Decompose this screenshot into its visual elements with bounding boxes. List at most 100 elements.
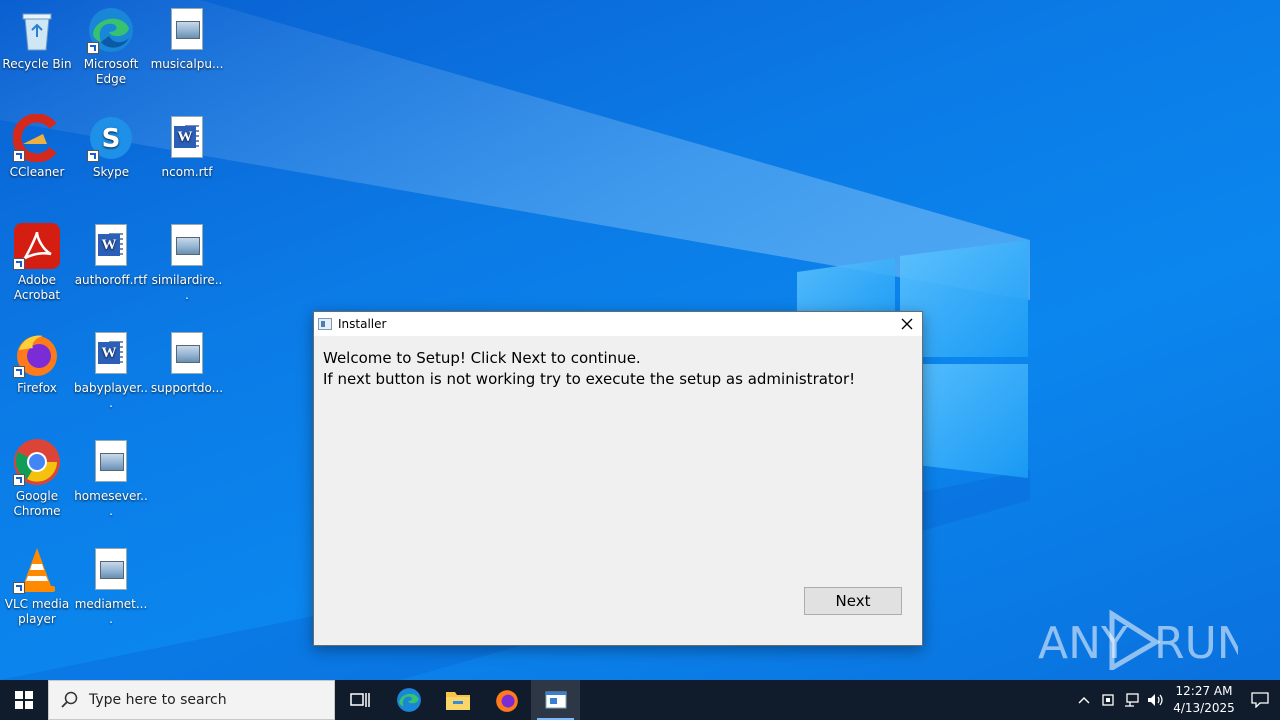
image-file-icon (87, 438, 135, 486)
chevron-up-icon (1078, 697, 1090, 704)
svg-text:RUN: RUN (1154, 618, 1238, 669)
shortcut-arrow-icon (13, 582, 25, 594)
shortcut-arrow-icon (13, 150, 25, 162)
taskbar-clock[interactable]: 12:27 AM 4/13/2025 (1168, 683, 1240, 717)
desktop-icon-label: VLC media player (4, 597, 70, 626)
desktop-icon-mediamet[interactable]: mediamet.... (74, 540, 148, 627)
desktop-icon-recycle-bin[interactable]: Recycle Bin (0, 0, 74, 72)
tray-app-icon[interactable] (1096, 680, 1120, 720)
system-tray: 12:27 AM 4/13/2025 (1072, 680, 1280, 720)
desktop-icon-label: Microsoft Edge (83, 57, 139, 86)
desktop-icon-label: Google Chrome (13, 489, 61, 518)
search-placeholder: Type here to search (89, 692, 227, 708)
recycle-bin-icon (13, 6, 61, 54)
windows-start-icon (15, 691, 33, 709)
dialog-title: Installer (338, 317, 387, 331)
anyrun-watermark: ANY RUN (1038, 606, 1250, 673)
device-icon (1102, 694, 1114, 706)
volume-button[interactable] (1144, 680, 1168, 720)
desktop-icon-skype[interactable]: S Skype (74, 108, 148, 180)
task-view-icon (349, 693, 370, 707)
shortcut-arrow-icon (87, 42, 99, 54)
word-document-icon: W (163, 114, 211, 162)
desktop-icon-label: musicalpu... (150, 57, 224, 71)
desktop-icon-label: Recycle Bin (2, 57, 72, 71)
desktop-icon-homesever[interactable]: homesever... (74, 432, 148, 519)
clock-time: 12:27 AM (1175, 684, 1233, 698)
taskbar: Type here to search 12:27 AM 4/13/2025 (0, 680, 1280, 720)
desktop-icon-label: supportdo... (150, 381, 224, 395)
app-window-icon (545, 691, 566, 709)
desktop-icon-musicalpu[interactable]: musicalpu... (150, 0, 224, 72)
image-file-icon (163, 330, 211, 378)
svg-text:ANY: ANY (1038, 618, 1128, 669)
google-chrome-icon (13, 438, 61, 486)
start-button[interactable] (0, 680, 48, 720)
speaker-icon (1148, 694, 1163, 706)
edge-icon (87, 6, 135, 54)
network-button[interactable] (1120, 680, 1144, 720)
app-window-icon (318, 318, 332, 330)
desktop-icon-label: babyplayer... (74, 381, 148, 410)
image-file-icon (163, 6, 211, 54)
desktop-icon-firefox[interactable]: Firefox (0, 324, 74, 396)
vlc-cone-icon (13, 546, 61, 594)
edge-icon (396, 688, 421, 712)
search-icon (61, 691, 78, 708)
desktop-icon-ncom-rtf[interactable]: W ncom.rtf (150, 108, 224, 180)
close-icon (901, 318, 913, 330)
desktop-icon-supportdo[interactable]: supportdo... (150, 324, 224, 396)
desktop-icon-adobe-acrobat[interactable]: Adobe Acrobat (0, 216, 74, 303)
taskbar-search-box[interactable]: Type here to search (48, 680, 335, 720)
desktop-icon-label: Adobe Acrobat (13, 273, 61, 302)
firefox-icon (13, 330, 61, 378)
taskbar-installer-button[interactable] (531, 680, 580, 720)
anyrun-logo-icon: ANY RUN (1038, 609, 1250, 673)
folder-icon (445, 692, 470, 710)
desktop-icon-vlc[interactable]: VLC media player (0, 540, 74, 627)
desktop-icon-label: mediamet.... (74, 597, 148, 626)
desktop-icon-ccleaner[interactable]: CCleaner (0, 108, 74, 180)
adobe-acrobat-icon (13, 222, 61, 270)
taskbar-edge-button[interactable] (384, 680, 433, 720)
dialog-message-line-2: If next button is not working try to exe… (323, 370, 856, 388)
desktop-icon-label: Firefox (17, 381, 57, 395)
dialog-message: Welcome to Setup! Click Next to continue… (314, 336, 922, 402)
shortcut-arrow-icon (13, 258, 25, 270)
network-icon (1125, 693, 1139, 707)
desktop-icon-label: ncom.rtf (161, 165, 213, 179)
show-hidden-icons-button[interactable] (1072, 680, 1096, 720)
close-button[interactable] (892, 312, 922, 336)
svg-text:S: S (102, 124, 121, 154)
desktop-icon-microsoft-edge[interactable]: Microsoft Edge (74, 0, 148, 87)
desktop-icon-label: Skype (92, 165, 130, 179)
shortcut-arrow-icon (13, 366, 25, 378)
desktop-icon-similardire[interactable]: similardire... (150, 216, 224, 303)
desktop-icon-google-chrome[interactable]: Google Chrome (0, 432, 74, 519)
shortcut-arrow-icon (87, 150, 99, 162)
desktop-icon-babyplayer[interactable]: W babyplayer... (74, 324, 148, 411)
taskbar-file-explorer-button[interactable] (433, 680, 482, 720)
desktop-icon-label: CCleaner (9, 165, 65, 179)
dialog-message-line-1: Welcome to Setup! Click Next to continue… (323, 349, 641, 367)
skype-icon: S (87, 114, 135, 162)
word-document-icon: W (87, 222, 135, 270)
task-view-button[interactable] (335, 680, 384, 720)
word-document-icon: W (87, 330, 135, 378)
clock-date: 4/13/2025 (1173, 701, 1235, 715)
installer-dialog: Installer Welcome to Setup! Click Next t… (313, 311, 923, 646)
desktop-icon-label: authoroff.rtf (74, 273, 148, 287)
desktop-icon-label: homesever... (74, 489, 148, 518)
firefox-icon (495, 690, 518, 712)
desktop-icon-authoroff-rtf[interactable]: W authoroff.rtf (74, 216, 148, 288)
dialog-titlebar[interactable]: Installer (314, 312, 922, 336)
action-center-button[interactable] (1240, 680, 1280, 720)
next-button[interactable]: Next (804, 587, 902, 615)
ccleaner-icon (12, 113, 61, 163)
desktop-icon-label: similardire... (151, 273, 223, 302)
image-file-icon (87, 546, 135, 594)
taskbar-firefox-button[interactable] (482, 680, 531, 720)
image-file-icon (163, 222, 211, 270)
shortcut-arrow-icon (13, 474, 25, 486)
notification-icon (1251, 692, 1269, 708)
